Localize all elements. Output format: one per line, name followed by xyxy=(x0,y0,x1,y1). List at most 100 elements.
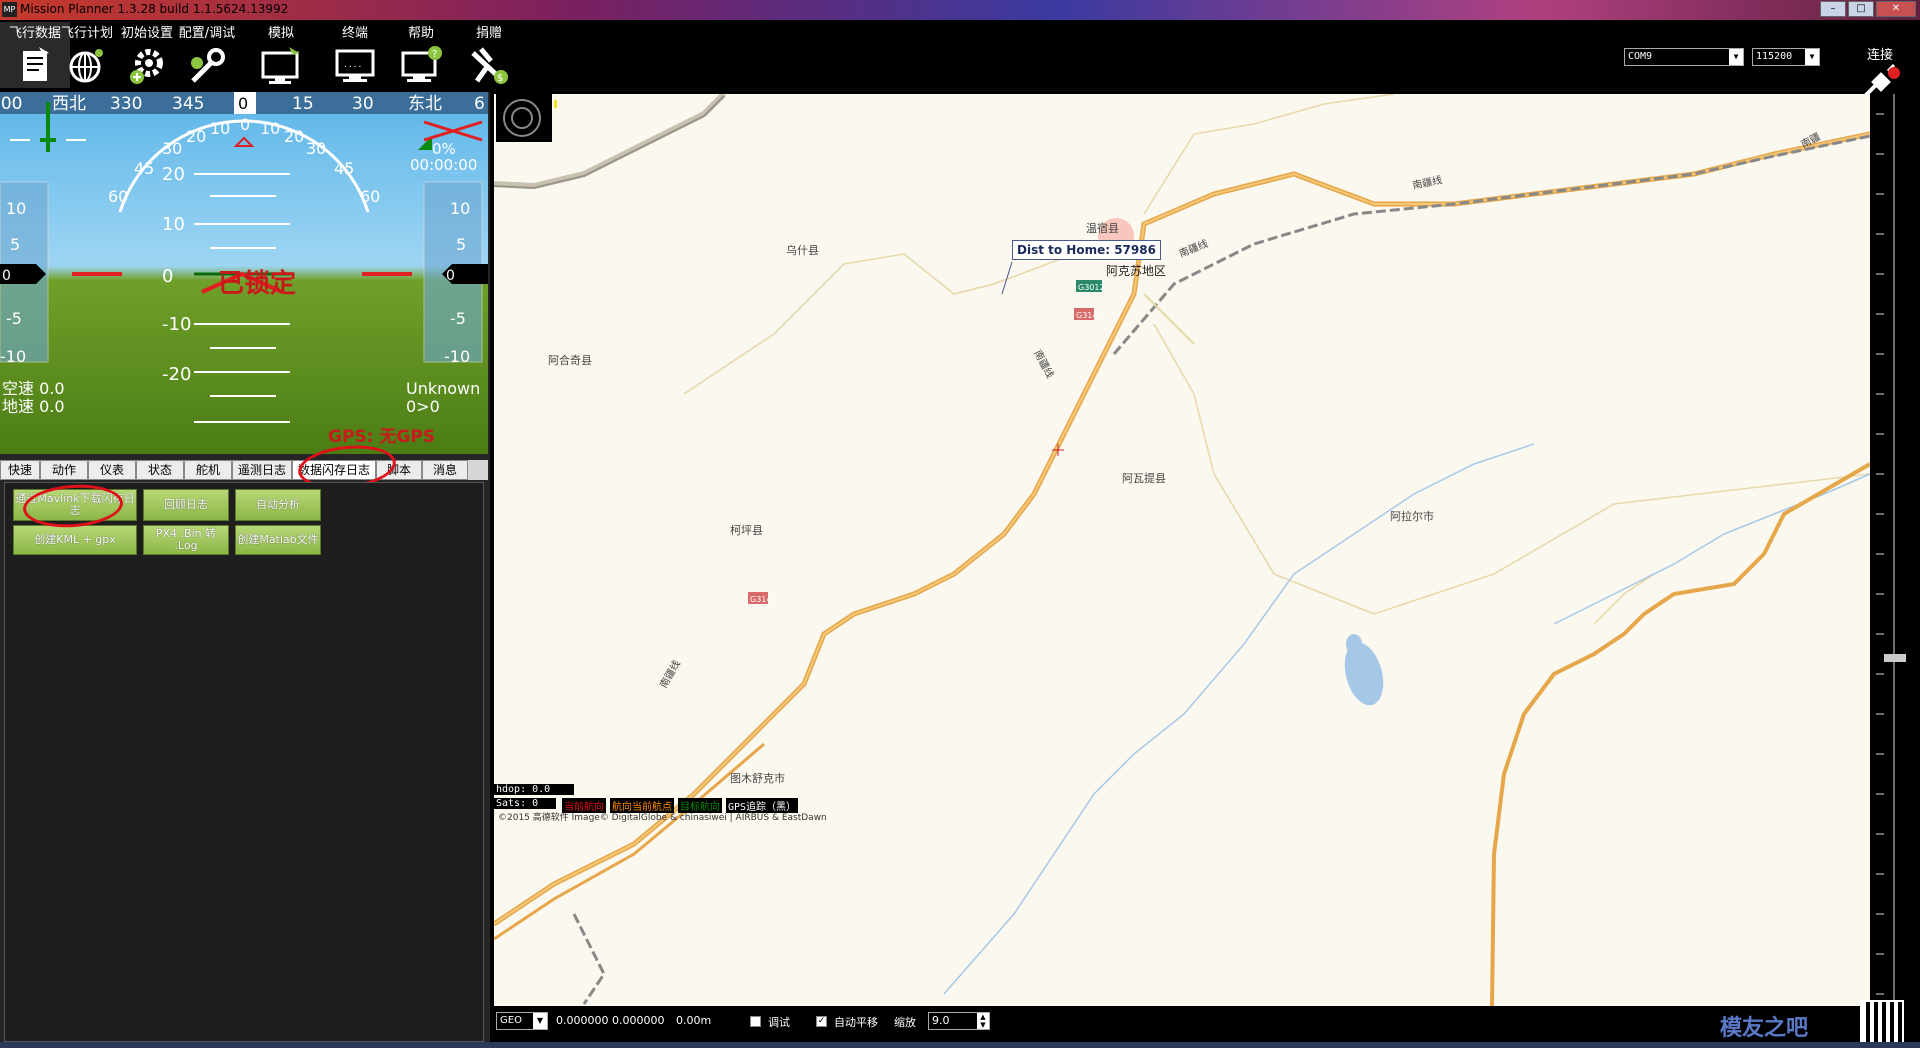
map-label: 阿合奇县 xyxy=(548,354,592,367)
toolbar-config-tuning[interactable]: 配置/调试 xyxy=(172,22,242,88)
map-label: 柯坪县 xyxy=(730,524,763,537)
debug-checkbox[interactable] xyxy=(750,1016,761,1027)
roll-label: 0 xyxy=(240,115,250,134)
toolbar-label: 捐赠 xyxy=(475,26,502,41)
roll-label: 45 xyxy=(134,159,154,178)
toolbar-terminal[interactable]: 终端 .... xyxy=(320,22,390,88)
simulation-icon xyxy=(261,47,299,84)
zoom-input[interactable]: 9.0 ▲ ▼ xyxy=(928,1012,990,1030)
toolbar-label: 配置/调试 xyxy=(178,26,236,41)
zoom-value: 9.0 xyxy=(932,1014,950,1027)
left-scale-label: -10 xyxy=(0,347,26,366)
coord-system-select[interactable]: GEO ▼ xyxy=(496,1012,548,1030)
armed-status: 已锁定 xyxy=(218,268,296,299)
tab-strip: 快速 动作 仪表 状态 舵机 遥测日志 数据闪存日志 脚本 消息 xyxy=(0,460,488,480)
map-label: 温宿县 xyxy=(1086,222,1119,235)
tab-quick[interactable]: 快速 xyxy=(0,460,40,480)
window-title: Mission Planner 1.3.28 build 1.1.5624.13… xyxy=(20,2,289,16)
map-view[interactable]: G3012 G314 G314 温宿县 阿克苏地区 乌什县 阿合奇县 柯坪县 阿… xyxy=(494,94,1870,1006)
svg-text:$: $ xyxy=(497,73,503,84)
autopan-checkbox[interactable]: ✓ xyxy=(816,1016,827,1027)
flight-data-icon xyxy=(23,47,49,81)
toolbar-label: 模拟 xyxy=(267,26,294,41)
roll-label: 30 xyxy=(306,139,326,158)
auto-analysis-button[interactable]: 自动分析 xyxy=(235,489,321,521)
bottom-status-bar: GEO ▼ 0.000000 0.000000 0.00m 调试 ✓ 自动平移 … xyxy=(494,1000,1920,1044)
initial-setup-icon xyxy=(130,49,163,84)
heading-tick: 15 xyxy=(292,94,314,114)
coord-system-value: GEO xyxy=(500,1015,522,1026)
svg-text:....: .... xyxy=(343,60,362,69)
hud-graphics: 300 西北 330 345 15 30 东北 6 0 60 45 30 20 … xyxy=(0,92,488,447)
zoom-slider[interactable] xyxy=(1870,94,1920,1006)
os-taskbar xyxy=(0,1042,1920,1048)
stepper-icon[interactable]: ▲ ▼ xyxy=(977,1013,989,1029)
create-matlab-button[interactable]: 创建Matlab文件 xyxy=(235,525,321,555)
heading-tick: 300 xyxy=(0,94,22,114)
heading-tick: 30 xyxy=(352,94,374,114)
toolbar-simulation[interactable]: 模拟 xyxy=(246,22,316,88)
zoom-label: 缩放 xyxy=(894,1016,916,1029)
right-scale-label: -10 xyxy=(444,347,470,366)
port-select[interactable]: COM9 ▼ xyxy=(1624,48,1744,66)
review-log-button[interactable]: 回顾日志 xyxy=(143,489,229,521)
chevron-down-icon: ▼ xyxy=(1805,49,1819,65)
tab-actions[interactable]: 动作 xyxy=(40,460,88,480)
left-scale-label: 10 xyxy=(6,199,26,218)
autopan-label: 自动平移 xyxy=(834,1016,878,1029)
map-label: 图木舒克市 xyxy=(730,772,785,785)
roll-label: 60 xyxy=(360,187,380,206)
tab-filler xyxy=(468,460,488,480)
tab-servo[interactable]: 舵机 xyxy=(184,460,232,480)
minimize-button[interactable]: – xyxy=(1820,1,1846,17)
main-toolbar: 飞行数据 飞行计划 初始设置 配置/调试 模拟 终端 .... 帮助 ? 捐赠 … xyxy=(0,20,1920,101)
tab-status[interactable]: 状态 xyxy=(136,460,184,480)
config-tuning-icon xyxy=(191,48,225,83)
coordinates-text: 0.000000 0.000000 xyxy=(556,1014,665,1027)
hdop-text: hdop: 0.0 xyxy=(494,784,574,795)
toolbar-help[interactable]: 帮助 ? xyxy=(386,22,456,88)
roll-label: 10 xyxy=(260,119,280,138)
toolbar-donate[interactable]: 捐赠 $ xyxy=(454,22,524,88)
chevron-down-icon: ▼ xyxy=(533,1013,547,1029)
right-scale-label: 5 xyxy=(456,235,466,254)
heading-tick: 330 xyxy=(110,94,142,114)
gps-status: GPS: 无GPS xyxy=(328,427,435,447)
qr-code-image xyxy=(1860,1000,1904,1044)
waypoint-text: 0>0 xyxy=(406,397,440,416)
svg-text:?: ? xyxy=(432,49,437,60)
roll-label: 10 xyxy=(210,119,230,138)
flight-mode-text: Unknown xyxy=(406,379,480,398)
left-scale-label: 5 xyxy=(10,235,20,254)
sats-text: Sats: 0 xyxy=(494,798,556,809)
left-panel: 300 西北 330 345 15 30 东北 6 0 60 45 30 20 … xyxy=(0,92,490,1048)
connect-label: 连接 xyxy=(1866,48,1893,63)
dataflash-log-panel: 通过Mavlink下载闪存日志 回顾日志 自动分析 创建KML + gpx PX… xyxy=(4,481,484,1042)
heading-tick: 345 xyxy=(172,94,204,114)
tab-gauges[interactable]: 仪表 xyxy=(88,460,136,480)
pitch-label: 10 xyxy=(162,214,185,235)
airspeed-text: 空速 0.0 xyxy=(2,379,65,398)
close-button[interactable]: ✕ xyxy=(1876,1,1916,17)
map-label: 阿拉尔市 xyxy=(1390,510,1434,523)
left-current-value: 0 xyxy=(2,268,11,284)
tab-telemetry-logs[interactable]: 遥测日志 xyxy=(232,460,292,480)
map-copyright: ©2015 高德软件 Image© DigitalGlobe & chinasi… xyxy=(498,813,827,823)
right-scale-label: -5 xyxy=(450,309,466,328)
map-graphics: G3012 G314 G314 xyxy=(494,94,1870,1006)
road-shield: G314 xyxy=(750,595,771,604)
bin-to-log-button[interactable]: PX4 .Bin 转 .Log xyxy=(143,525,229,555)
baud-select[interactable]: 115200 ▼ xyxy=(1752,48,1820,66)
maximize-button[interactable]: □ xyxy=(1848,1,1874,17)
create-kml-button[interactable]: 创建KML + gpx xyxy=(13,525,137,555)
left-scale-label: -5 xyxy=(6,309,22,328)
debug-label: 调试 xyxy=(768,1016,790,1029)
title-bar: MP Mission Planner 1.3.28 build 1.1.5624… xyxy=(0,0,1920,20)
roll-label: 20 xyxy=(186,127,206,146)
roll-label: 45 xyxy=(334,159,354,178)
window-controls: – □ ✕ xyxy=(1820,1,1916,17)
pitch-label: 0 xyxy=(162,266,173,287)
tab-messages[interactable]: 消息 xyxy=(422,460,468,480)
road-shield: G3012 xyxy=(1078,283,1105,292)
heading-tick: 东北 xyxy=(408,94,442,114)
